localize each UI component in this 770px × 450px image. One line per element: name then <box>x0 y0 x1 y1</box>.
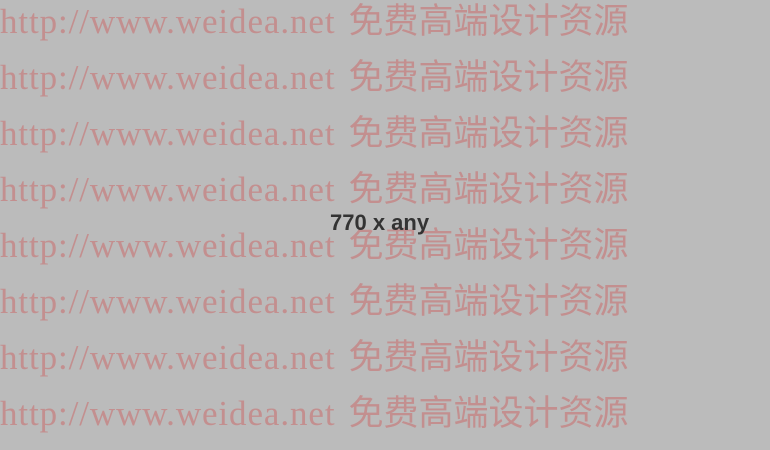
watermark-text: 免费高端设计资源 <box>348 338 629 378</box>
watermark-line: http://www.weidea.net 免费高端设计资源 <box>0 280 770 336</box>
watermark-text: 免费高端设计资源 <box>348 2 629 42</box>
watermark-url: http://www.weidea.net <box>0 282 336 321</box>
watermark-url: http://www.weidea.net <box>0 2 336 41</box>
placeholder-image: http://www.weidea.net 免费高端设计资源 http://www… <box>0 0 770 450</box>
watermark-text: 免费高端设计资源 <box>348 114 629 154</box>
watermark-line: http://www.weidea.net 免费高端设计资源 <box>0 112 770 168</box>
watermark-url: http://www.weidea.net <box>0 114 336 153</box>
image-size-label: 770 x any <box>330 210 430 235</box>
watermark-text: 免费高端设计资源 <box>348 394 629 434</box>
watermark-url: http://www.weidea.net <box>0 58 336 97</box>
watermark-text: 免费高端设计资源 <box>348 170 629 210</box>
watermark-url: http://www.weidea.net <box>0 226 336 265</box>
watermark-url: http://www.weidea.net <box>0 338 336 377</box>
watermark-line: http://www.weidea.net 免费高端设计资源 <box>0 392 770 448</box>
watermark-line: http://www.weidea.net 免费高端设计资源 <box>0 0 770 56</box>
watermark-text: 免费高端设计资源 <box>348 282 629 322</box>
watermark-line: http://www.weidea.net 免费高端设计资源 <box>0 336 770 392</box>
watermark-line: http://www.weidea.net 免费高端设计资源 <box>0 56 770 112</box>
watermark-url: http://www.weidea.net <box>0 394 336 433</box>
watermark-url: http://www.weidea.net <box>0 170 336 209</box>
watermark-text: 免费高端设计资源 <box>348 58 629 98</box>
